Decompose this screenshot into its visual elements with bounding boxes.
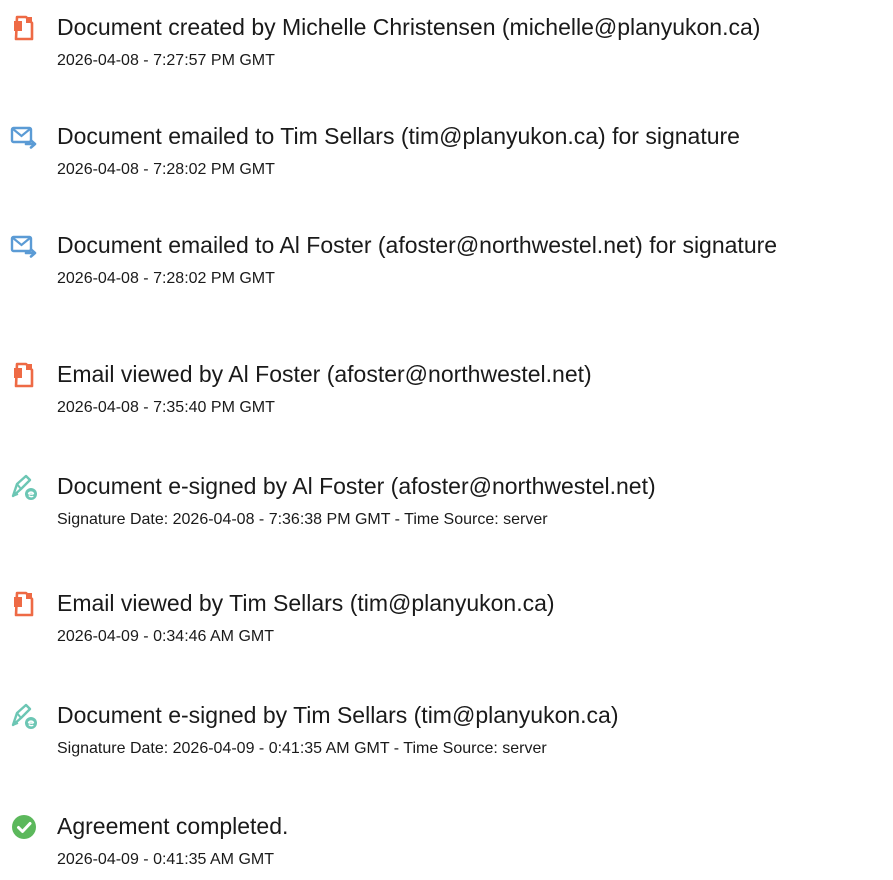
esign-pen-icon bbox=[9, 472, 39, 502]
event-timestamp: 2026-04-08 - 7:28:02 PM GMT bbox=[57, 161, 275, 178]
event-title: Document e-signed by Tim Sellars (tim@pl… bbox=[57, 702, 619, 728]
event-title: Document created by Michelle Christensen… bbox=[57, 14, 761, 40]
event-timestamp: Signature Date: 2026-04-09 - 0:41:35 AM … bbox=[57, 740, 547, 757]
esign-pen-icon bbox=[9, 701, 39, 731]
checkmark-circle-icon bbox=[9, 812, 39, 842]
history-event: Email viewed by Tim Sellars (tim@planyuk… bbox=[0, 586, 893, 656]
history-event: Agreement completed. 2026-04-09 - 0:41:3… bbox=[0, 809, 893, 879]
email-send-icon bbox=[9, 231, 39, 261]
history-event: Document created by Michelle Christensen… bbox=[0, 10, 893, 80]
event-title: Email viewed by Al Foster (afoster@north… bbox=[57, 361, 592, 387]
event-timestamp: 2026-04-09 - 0:34:46 AM GMT bbox=[57, 628, 274, 645]
event-title: Email viewed by Tim Sellars (tim@planyuk… bbox=[57, 590, 555, 616]
history-event: Document e-signed by Tim Sellars (tim@pl… bbox=[0, 698, 893, 768]
history-event: Document emailed to Al Foster (afoster@n… bbox=[0, 228, 893, 298]
document-icon bbox=[9, 360, 39, 390]
event-timestamp: 2026-04-08 - 7:35:40 PM GMT bbox=[57, 399, 275, 416]
event-title: Agreement completed. bbox=[57, 813, 289, 839]
history-event: Email viewed by Al Foster (afoster@north… bbox=[0, 357, 893, 427]
event-timestamp: 2026-04-08 - 7:27:57 PM GMT bbox=[57, 52, 275, 69]
event-timestamp: 2026-04-08 - 7:28:02 PM GMT bbox=[57, 270, 275, 287]
history-event: Document emailed to Tim Sellars (tim@pla… bbox=[0, 119, 893, 189]
event-timestamp: 2026-04-09 - 0:41:35 AM GMT bbox=[57, 851, 274, 868]
event-title: Document emailed to Tim Sellars (tim@pla… bbox=[57, 123, 740, 149]
event-timestamp: Signature Date: 2026-04-08 - 7:36:38 PM … bbox=[57, 511, 548, 528]
history-event: Document e-signed by Al Foster (afoster@… bbox=[0, 469, 893, 539]
audit-history-timeline: Document created by Michelle Christensen… bbox=[0, 0, 893, 880]
document-icon bbox=[9, 13, 39, 43]
document-icon bbox=[9, 589, 39, 619]
event-title: Document emailed to Al Foster (afoster@n… bbox=[57, 232, 778, 258]
email-send-icon bbox=[9, 122, 39, 152]
event-title: Document e-signed by Al Foster (afoster@… bbox=[57, 473, 656, 499]
